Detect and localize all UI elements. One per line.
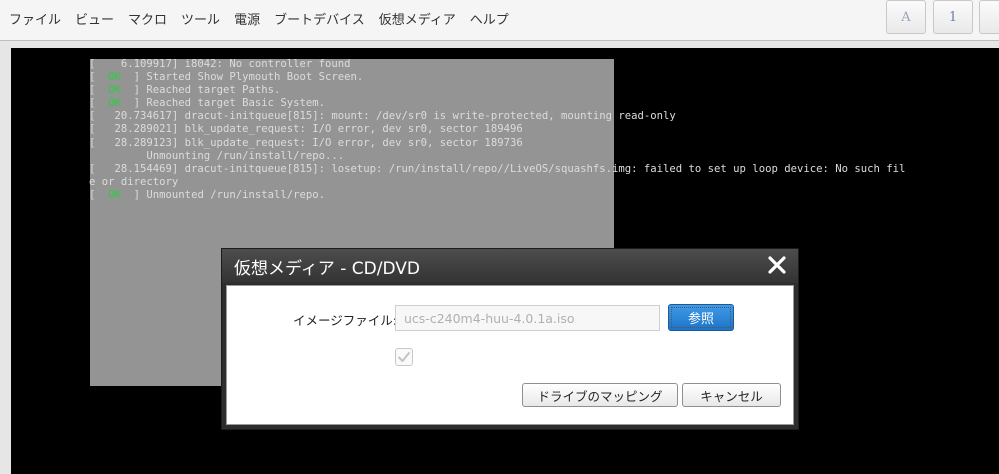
log-text: blk_update_request: I/O error, dev sr0, … <box>184 136 523 149</box>
log-line: [ 28.289123] blk_update_request: I/O err… <box>89 137 905 150</box>
log-text: blk_update_request: I/O error, dev sr0, … <box>184 123 523 136</box>
log-prefix: [ 28.289123] <box>89 136 185 149</box>
log-line: [ 6.109917] i8042: No controller found <box>89 58 905 71</box>
boot-log: [ 6.109917] i8042: No controller found[ … <box>89 58 905 202</box>
image-file-label: イメージファイル: <box>293 313 397 328</box>
menu-tools[interactable]: ツール <box>180 7 221 30</box>
log-line: [ OK ] Reached target Paths. <box>89 84 905 97</box>
dialog-titlebar[interactable]: 仮想メディア - CD/DVD <box>222 249 798 283</box>
menu-virtual-media[interactable]: 仮想メディア <box>378 7 457 30</box>
log-prefix: [ <box>89 84 109 97</box>
close-icon[interactable] <box>766 254 788 276</box>
log-line: [ OK ] Unmounted /run/install/repo. <box>89 189 905 202</box>
log-prefix: [ 28.154469] <box>89 162 185 175</box>
log-line: [ 28.289021] blk_update_request: I/O err… <box>89 123 905 136</box>
map-drive-button[interactable]: ドライブのマッピング <box>522 383 678 407</box>
log-text: e or directory <box>89 175 179 188</box>
cancel-button[interactable]: キャンセル <box>682 383 781 407</box>
log-prefix: [ 6.109917] <box>89 58 185 70</box>
menu-bar: ファイル ビュー マクロ ツール 電源 ブートデバイス 仮想メディア ヘルプ A… <box>0 0 999 41</box>
log-line: e or directory <box>89 176 905 189</box>
log-text: dracut-initqueue[815]: mount: /dev/sr0 i… <box>184 110 676 123</box>
menu-file[interactable]: ファイル <box>8 7 62 30</box>
menu-boot-device[interactable]: ブートデバイス <box>273 7 366 30</box>
log-text: dracut-initqueue[815]: losetup: /run/ins… <box>184 162 906 175</box>
log-ok-status: OK <box>108 71 121 84</box>
menu-items: ファイル ビュー マクロ ツール 電源 ブートデバイス 仮想メディア ヘルプ <box>8 0 522 36</box>
log-prefix: [ <box>89 71 109 84</box>
menu-power[interactable]: 電源 <box>233 7 261 30</box>
browse-button[interactable]: 参照 <box>668 304 734 331</box>
keyboard-1-button[interactable]: 1 <box>933 0 973 34</box>
menu-help[interactable]: ヘルプ <box>469 7 510 30</box>
log-line: [ 20.734617] dracut-initqueue[815]: moun… <box>89 110 905 123</box>
log-line: [ OK ] Reached target Basic System. <box>89 97 905 110</box>
dialog-title: 仮想メディア - CD/DVD <box>234 259 420 279</box>
log-ok-status: OK <box>108 84 121 97</box>
log-line: Unmounting /run/install/repo... <box>89 150 905 163</box>
virtual-media-dialog: 仮想メディア - CD/DVD イメージファイル: 参照 ドライブのマッピング … <box>221 248 799 430</box>
log-prefix: [ 20.734617] <box>89 110 185 123</box>
dialog-body: イメージファイル: 参照 ドライブのマッピング キャンセル <box>226 285 794 425</box>
log-text: ] Unmounted /run/install/repo. <box>120 188 326 201</box>
menu-macro[interactable]: マクロ <box>127 7 168 30</box>
log-ok-status: OK <box>108 97 121 110</box>
image-file-input[interactable] <box>395 305 660 331</box>
keyboard-a-button[interactable]: A <box>886 0 926 34</box>
log-prefix: [ <box>89 97 109 110</box>
log-line: [ OK ] Started Show Plymouth Boot Screen… <box>89 71 905 84</box>
checkmark-icon <box>398 352 410 362</box>
keyboard-extra-button[interactable] <box>979 0 999 34</box>
read-only-checkbox[interactable] <box>395 348 413 366</box>
log-text: ] Reached target Basic System. <box>120 97 326 110</box>
log-ok-status: OK <box>108 188 121 201</box>
log-prefix <box>89 150 146 162</box>
log-text: ] Reached target Paths. <box>120 84 281 97</box>
log-prefix: [ 28.289021] <box>89 123 185 136</box>
log-text: Unmounting /run/install/repo... <box>146 149 345 162</box>
log-text: ] Started Show Plymouth Boot Screen. <box>120 71 364 84</box>
log-prefix: [ <box>89 188 109 201</box>
log-line: [ 28.154469] dracut-initqueue[815]: lose… <box>89 163 905 176</box>
log-text: i8042: No controller found <box>184 58 351 70</box>
menu-view[interactable]: ビュー <box>74 7 115 30</box>
